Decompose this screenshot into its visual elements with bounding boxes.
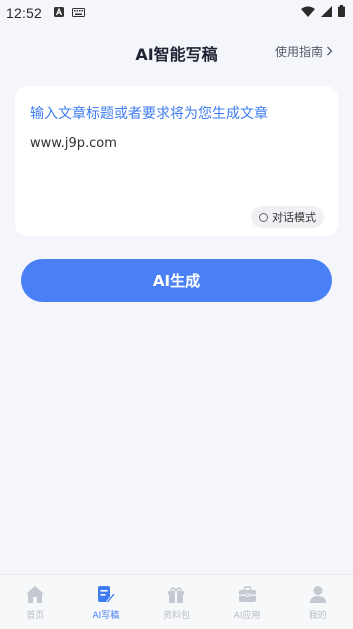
guide-link-label: 使用指南	[274, 45, 323, 59]
chevron-right-icon	[326, 45, 333, 59]
tab-ai-apps-label: AI应用	[233, 611, 261, 621]
header: AI智能写稿 使用指南	[0, 36, 353, 68]
keyboard-icon	[72, 6, 86, 21]
radio-circle-icon	[259, 212, 268, 222]
notification-a-icon	[54, 6, 65, 21]
prompt-placeholder: 输入文章标题或者要求将为您生成文章	[30, 106, 268, 122]
tab-home[interactable]: 首页	[0, 575, 71, 629]
tab-ai-write[interactable]: AI写稿	[71, 575, 142, 629]
dialog-mode-label: 对话模式	[272, 211, 316, 224]
briefcase-icon	[237, 584, 257, 604]
tab-mine-label: 我的	[308, 611, 327, 621]
user-icon	[308, 584, 328, 604]
tab-home-label: 首页	[26, 611, 45, 621]
bottom-tab-bar: 首页 AI写稿 资料包 AI应用 我的	[0, 574, 353, 629]
signal-icon	[321, 5, 332, 21]
dialog-mode-toggle[interactable]: 对话模式	[251, 206, 324, 228]
gift-icon	[166, 584, 186, 604]
tab-materials[interactable]: 资料包	[141, 575, 212, 629]
wifi-icon	[301, 6, 315, 21]
prompt-input-value[interactable]: www.j9p.com	[30, 136, 117, 151]
prompt-input-card[interactable]: 输入文章标题或者要求将为您生成文章 www.j9p.com 对话模式	[15, 86, 338, 236]
tab-ai-apps[interactable]: AI应用	[212, 575, 283, 629]
tab-materials-label: 资料包	[162, 611, 190, 621]
tab-mine[interactable]: 我的	[282, 575, 353, 629]
write-icon	[96, 584, 116, 604]
tab-ai-write-label: AI写稿	[92, 611, 120, 621]
status-time: 12:52	[6, 5, 43, 21]
ai-generate-button[interactable]: AI生成	[21, 259, 332, 302]
battery-icon	[338, 5, 345, 21]
home-icon	[25, 584, 45, 604]
guide-link[interactable]: 使用指南	[275, 43, 333, 60]
status-bar: 12:52	[0, 0, 353, 26]
